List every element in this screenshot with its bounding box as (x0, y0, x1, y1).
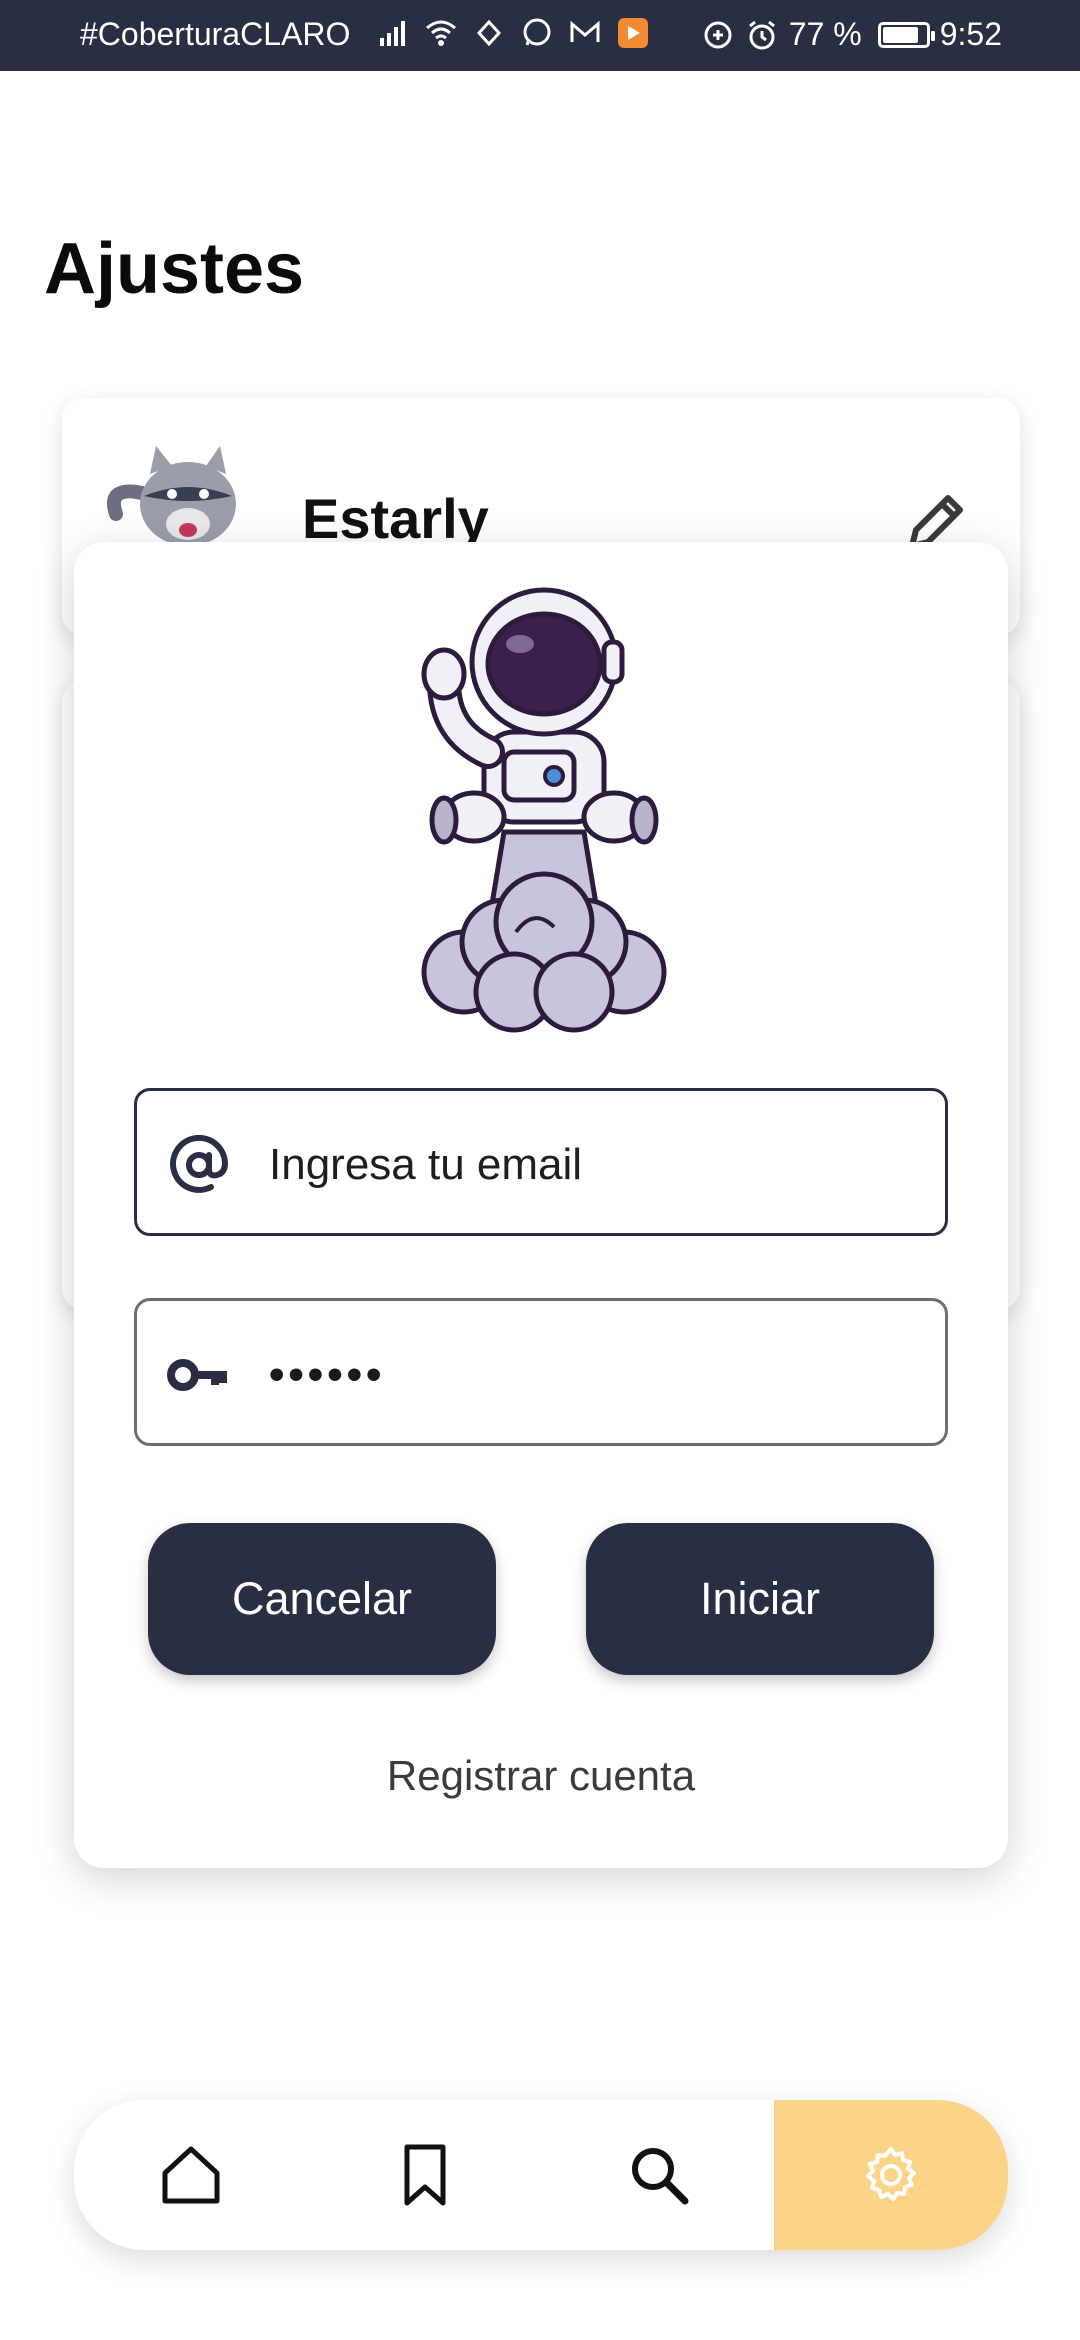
email-field[interactable] (134, 1088, 948, 1236)
battery-level-fill (882, 26, 919, 43)
data-saver-icon (704, 21, 732, 48)
nav-settings[interactable] (774, 2100, 1008, 2250)
gmail-icon (570, 20, 600, 42)
email-input[interactable] (267, 1121, 917, 1209)
home-icon (162, 2146, 220, 2204)
nav-search[interactable] (542, 2100, 776, 2250)
register-account-link[interactable]: Registrar cuenta (74, 1752, 1008, 1800)
whatsapp-icon (523, 18, 551, 46)
key-icon (167, 1359, 227, 1391)
diamond-icon (476, 19, 502, 47)
at-sign-icon (170, 1135, 229, 1193)
bookmark-icon (404, 2144, 446, 2206)
nav-home[interactable] (74, 2100, 308, 2250)
nav-bookmarks[interactable] (308, 2100, 542, 2250)
password-input[interactable] (267, 1331, 917, 1419)
alarm-icon (748, 20, 775, 49)
astronaut-illustration (421, 587, 667, 1033)
battery-icon (877, 21, 935, 48)
clock: 9:52 (939, 16, 1002, 52)
search-icon (632, 2148, 689, 2205)
login-button[interactable]: Iniciar (586, 1523, 934, 1675)
app-notification-icon (618, 18, 648, 48)
system-tray: 77 % 9:52 (701, 16, 1002, 53)
password-field[interactable] (134, 1298, 948, 1446)
avatar (107, 446, 236, 546)
carrier-label: #CoberturaCLARO (80, 16, 351, 52)
page-title: Ajustes (44, 229, 305, 309)
notification-icons (376, 16, 650, 50)
gear-icon (866, 2147, 916, 2201)
status-bar: #CoberturaCLARO 77 % 9:52 (0, 0, 1080, 71)
wifi-icon (426, 20, 456, 46)
bottom-navigation (74, 2100, 1008, 2250)
cancel-button[interactable]: Cancelar (148, 1523, 496, 1675)
signal-icon (380, 21, 405, 46)
login-dialog: Cancelar Iniciar Registrar cuenta (74, 542, 1008, 1868)
battery-percent: 77 % (788, 16, 862, 52)
